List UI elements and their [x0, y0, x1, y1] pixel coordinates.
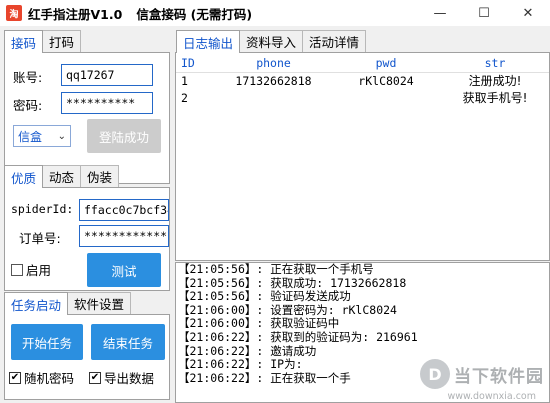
task-panel: 开始任务 结束任务 ✔ 随机密码 ✔ 导出数据: [4, 314, 170, 400]
minimize-button[interactable]: —: [418, 0, 462, 26]
start-task-button[interactable]: 开始任务: [11, 324, 83, 360]
watermark-logo-icon: D: [420, 359, 450, 389]
checkbox-icon: [11, 263, 23, 276]
column-header-id[interactable]: ID: [176, 53, 216, 72]
order-label: 订单号:: [19, 231, 61, 246]
tab-activity-details[interactable]: 活动详情: [302, 30, 367, 52]
column-header-phone[interactable]: phone: [216, 53, 331, 72]
table-row[interactable]: 2 获取手机号!: [176, 90, 549, 107]
login-button[interactable]: 登陆成功: [87, 119, 161, 153]
proxy-panel: spiderId: ffacc0c7bcf34 订单号: ***********…: [4, 187, 170, 291]
export-data-checkbox[interactable]: ✔ 导出数据: [89, 368, 154, 387]
app-icon: 淘: [6, 5, 22, 21]
column-header-pwd[interactable]: pwd: [331, 53, 441, 72]
password-input[interactable]: **********: [61, 92, 153, 114]
log-line: 【21:05:56】: 验证码发送成功: [178, 289, 351, 304]
table-header: ID phone pwd str: [176, 53, 549, 73]
spider-id-label: spiderId:: [11, 202, 74, 216]
checkmark-icon: ✔: [9, 371, 21, 384]
export-data-label: 导出数据: [104, 371, 155, 386]
password-label: 密码:: [13, 98, 43, 113]
chevron-down-icon: ⌄: [57, 131, 66, 142]
provider-selected-value: 信盒: [18, 129, 43, 144]
table-row[interactable]: 1 17132662818 rKlC8024 注册成功!: [176, 73, 549, 90]
stop-task-button[interactable]: 结束任务: [91, 324, 165, 360]
order-input[interactable]: **************: [79, 225, 169, 247]
log-line: 【21:06:00】: 获取验证码中: [178, 316, 340, 331]
window-subtitle: 信盒接码 (无需打码): [136, 6, 253, 22]
right-tab-bar: 日志输出 资料导入 活动详情: [176, 30, 367, 53]
tab-software-settings[interactable]: 软件设置: [67, 292, 132, 314]
log-line: 【21:06:22】: 获取到的验证码为: 216961: [178, 329, 418, 344]
watermark-url: www.downxia.com: [447, 391, 536, 402]
cell-phone: [216, 90, 331, 107]
log-line: 【21:05:56】: 正在获取一个手机号: [178, 262, 374, 276]
close-button[interactable]: ✕: [506, 0, 550, 26]
watermark: D 当下软件园 www.downxia.com: [420, 359, 544, 402]
cell-id: 1: [181, 74, 188, 88]
account-label: 账号:: [13, 70, 43, 85]
random-password-label: 随机密码: [24, 371, 75, 386]
tab-task-start[interactable]: 任务启动: [4, 292, 69, 315]
log-line: 【21:05:56】: 获取成功: 17132662818: [178, 275, 407, 290]
random-password-checkbox[interactable]: ✔ 随机密码: [9, 368, 74, 387]
result-table: ID phone pwd str 1 17132662818 rKlC8024 …: [175, 52, 550, 261]
provider-select[interactable]: 信盒 ⌄: [13, 125, 71, 147]
tab-disguise[interactable]: 伪装: [80, 165, 120, 187]
cell-pwd: [331, 90, 441, 107]
enable-label: 启用: [26, 263, 52, 278]
cell-str: 获取手机号!: [462, 91, 528, 105]
cell-phone: 17132662818: [235, 74, 312, 88]
cell-pwd: rKlC8024: [358, 74, 414, 88]
left-panel: 接码 打码 账号: qq17267 密码: ********** 信盒 ⌄ 登陆…: [0, 26, 172, 403]
maximize-button[interactable]: ☐: [462, 0, 506, 26]
column-header-str[interactable]: str: [441, 53, 549, 72]
cell-str: 注册成功!: [468, 74, 522, 88]
tab-captcha[interactable]: 打码: [42, 30, 82, 52]
log-line: 【21:06:22】: 邀请成功: [178, 343, 317, 358]
tab-data-import[interactable]: 资料导入: [239, 30, 304, 52]
cell-id: 2: [181, 91, 188, 105]
tab-premium[interactable]: 优质: [4, 165, 44, 188]
enable-checkbox[interactable]: 启用: [11, 260, 51, 279]
title-bar: 淘 红手指注册V1.0 信盒接码 (无需打码) — ☐ ✕: [0, 0, 550, 26]
tab-receive-code[interactable]: 接码: [4, 30, 44, 53]
log-line: 【21:06:00】: 设置密码为: rKlC8024: [178, 302, 397, 317]
window-title: 红手指注册V1.0: [28, 6, 123, 22]
account-input[interactable]: qq17267: [61, 64, 153, 86]
test-button[interactable]: 测试: [87, 253, 161, 287]
checkmark-icon: ✔: [89, 371, 101, 384]
spider-id-input[interactable]: ffacc0c7bcf34: [79, 199, 169, 221]
tab-log-output[interactable]: 日志输出: [176, 30, 241, 53]
watermark-text: 当下软件园: [454, 366, 544, 387]
tab-dynamic[interactable]: 动态: [42, 165, 82, 187]
